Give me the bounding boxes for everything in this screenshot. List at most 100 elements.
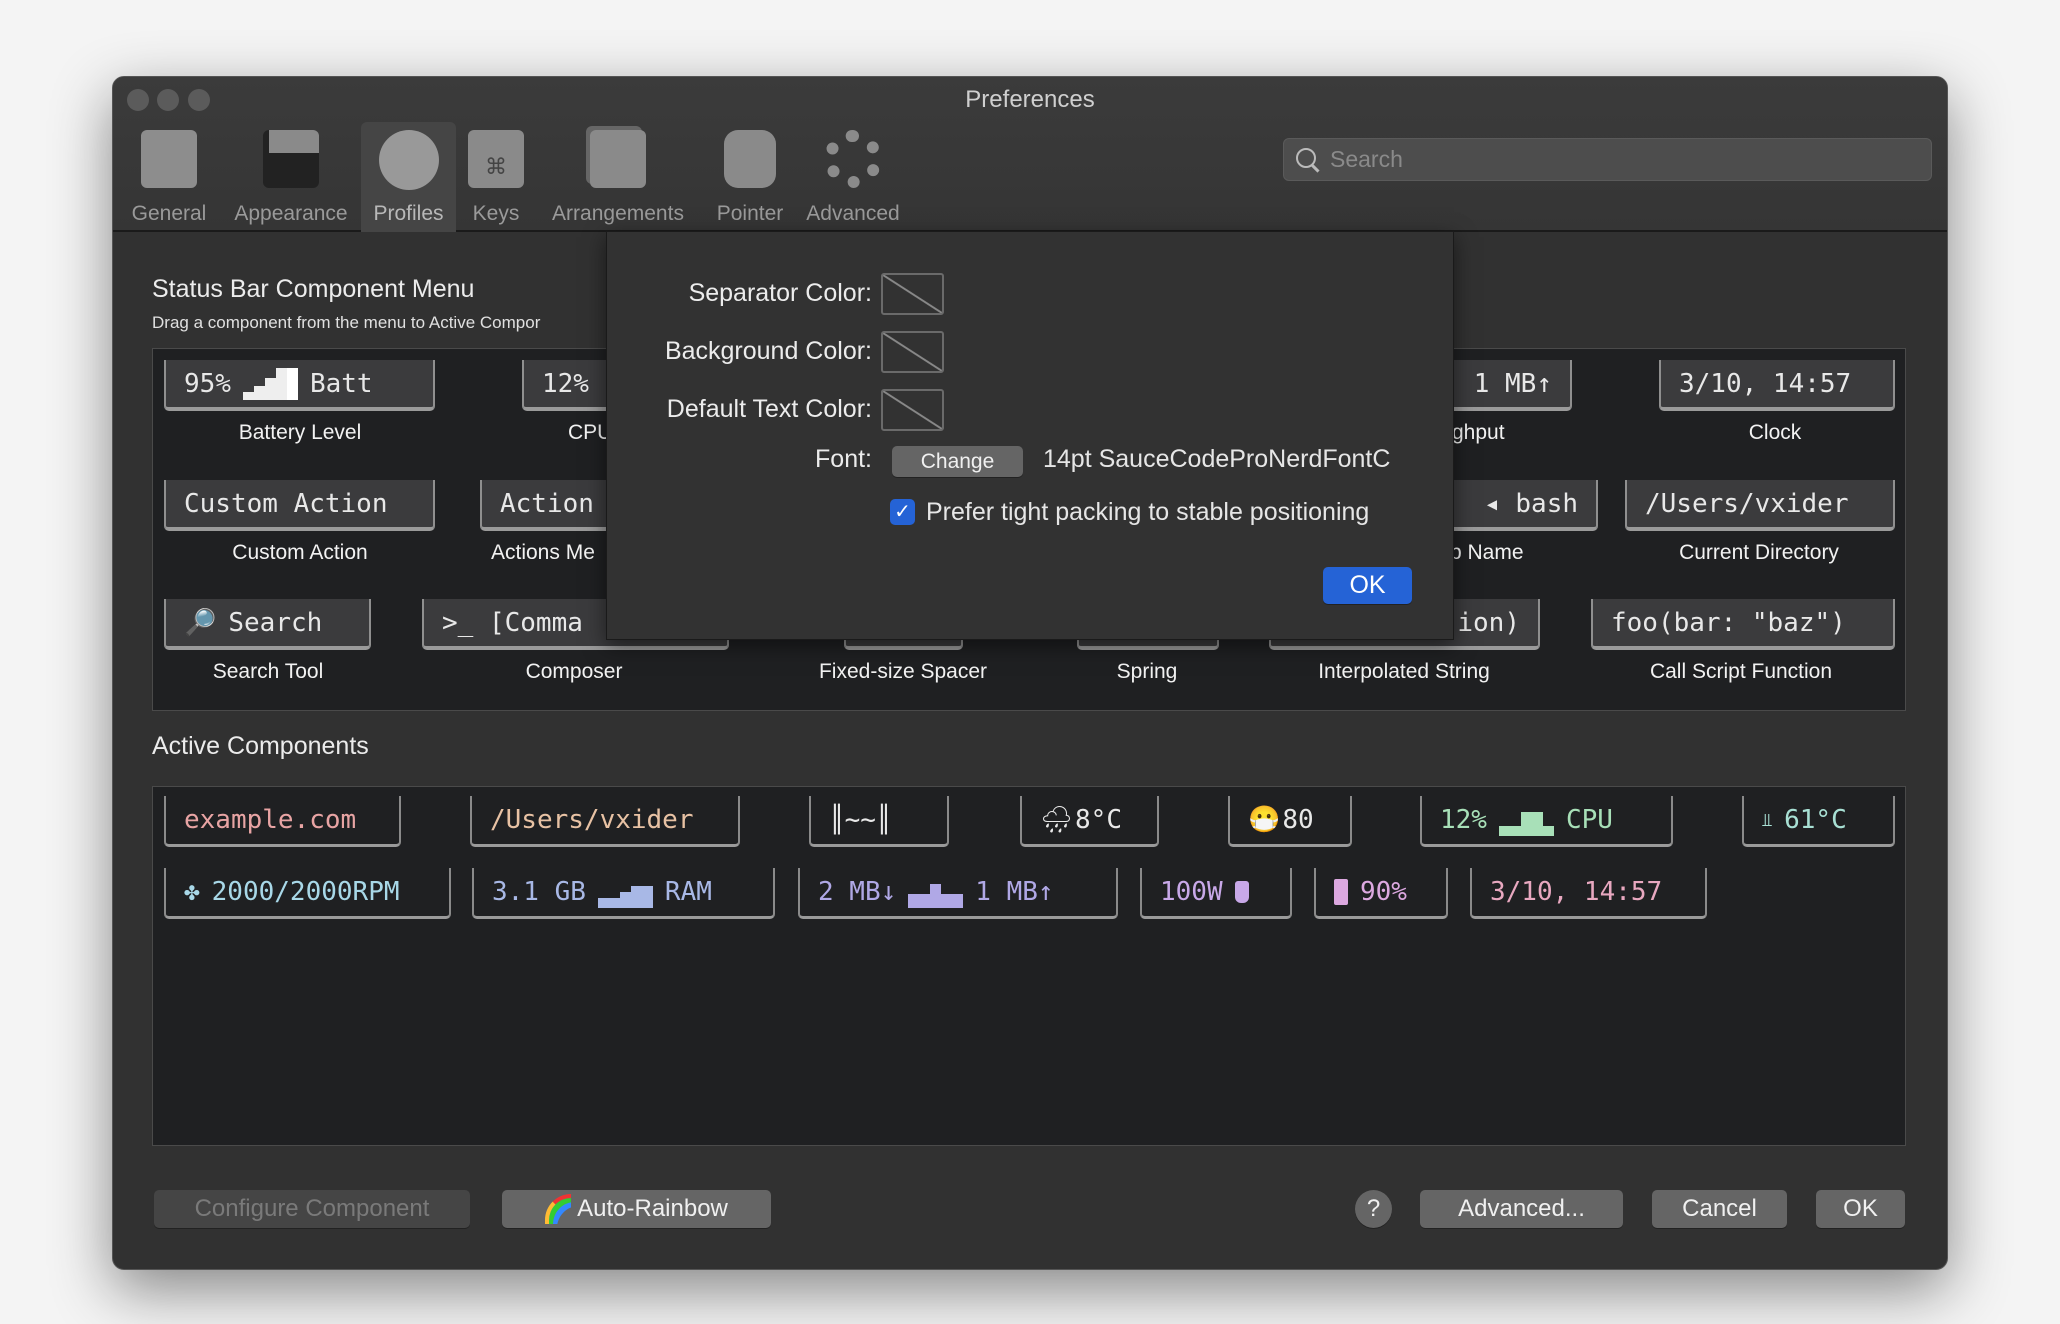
tab-advanced[interactable]: Advanced [801, 122, 905, 232]
active-components-title: Active Components [152, 732, 369, 760]
thermometer-icon: ⫫ [1762, 809, 1773, 831]
rain-cloud-icon: 🌧 [1040, 805, 1074, 835]
tab-label: Appearance [234, 202, 348, 225]
active-component-ram[interactable]: 3.1 GB RAM [472, 868, 775, 919]
cancel-button[interactable]: Cancel [1652, 1190, 1787, 1228]
component-custom-action[interactable]: Custom Action [164, 480, 435, 531]
comp-text: 3.1 GB [492, 877, 586, 907]
comp-text: 2 MB↓ [818, 877, 897, 907]
component-label: Battery Level [238, 421, 362, 444]
tight-packing-checkbox[interactable]: ✓ [890, 499, 915, 525]
fan-icon: ✤ [184, 877, 200, 907]
background-color-well[interactable] [881, 331, 944, 373]
comp-text: ║~~║ [829, 805, 892, 835]
component-current-directory[interactable]: /Users/vxider [1625, 480, 1895, 531]
comp-text: example.com [184, 805, 357, 835]
comp-text: 61°C [1784, 805, 1847, 835]
comp-text: 1 MB↑ [975, 877, 1054, 907]
comp-text: Search [228, 607, 323, 638]
component-search[interactable]: 🔎 Search [164, 599, 371, 650]
tab-appearance[interactable]: Appearance [227, 122, 355, 232]
comp-text: 8°C [1075, 805, 1122, 835]
component-label: Actions Me [491, 541, 595, 564]
comp-text: ion) [1457, 607, 1520, 638]
ram-sparkline [597, 876, 653, 908]
search-icon [1296, 148, 1316, 168]
comp-text: /Users/vxider [1645, 488, 1849, 519]
tab-label: Arrangements [552, 202, 684, 225]
font-value: 14pt SauceCodeProNerdFontC [1043, 445, 1391, 473]
comp-text: 1 MB↑ [1473, 368, 1552, 399]
advanced-button[interactable]: Advanced... [1420, 1190, 1623, 1228]
active-component-url[interactable]: example.com [164, 796, 401, 847]
component-label: Custom Action [232, 541, 368, 564]
search-input[interactable]: Search [1283, 138, 1932, 181]
text-color-well[interactable] [881, 389, 944, 431]
active-component-mood[interactable]: 😷 80 [1228, 796, 1352, 847]
cpu-sparkline [1498, 804, 1554, 836]
search-placeholder: Search [1330, 146, 1403, 172]
component-call-script[interactable]: foo(bar: "baz") [1591, 599, 1895, 650]
popover-ok-button[interactable]: OK [1323, 567, 1412, 604]
comp-text: /Users/vxider [490, 805, 694, 835]
active-component-fan[interactable]: ✤ 2000/2000RPM [164, 868, 451, 919]
comp-text: RAM [664, 877, 712, 907]
active-component-cpu[interactable]: 12% CPU [1420, 796, 1673, 847]
component-label: b Name [1450, 541, 1524, 564]
comp-text: ◂ bash [1484, 488, 1578, 519]
menu-subtitle: Drag a component from the menu to Active… [152, 313, 541, 332]
tab-label: Pointer [716, 202, 784, 225]
tab-label: Advanced [806, 202, 900, 225]
comp-text: >_ [Comma [442, 607, 583, 638]
comp-text: Custom Action [184, 488, 388, 519]
magnifier-icon: 🔎 [184, 607, 217, 638]
active-component-battery[interactable]: 90% [1314, 868, 1448, 919]
tab-label: Profiles [373, 202, 444, 225]
comp-text: 3/10, 14:57 [1490, 877, 1663, 907]
help-button[interactable]: ? [1355, 1190, 1392, 1228]
separator-color-label: Separator Color: [688, 279, 872, 307]
active-component-clock[interactable]: 3/10, 14:57 [1470, 868, 1707, 919]
component-clock[interactable]: 3/10, 14:57 [1659, 360, 1895, 411]
tab-profiles[interactable]: Profiles [361, 122, 456, 232]
comp-text: 80 [1282, 805, 1314, 835]
active-component-weather[interactable]: 🌧 8°C [1020, 796, 1159, 847]
comp-text: 90% [1360, 877, 1407, 907]
tab-arrangements[interactable]: Arrangements [543, 122, 693, 232]
comp-text: 2000/2000RPM [211, 877, 400, 907]
text-color-label: Default Text Color: [666, 395, 872, 423]
active-component-directory[interactable]: /Users/vxider [470, 796, 740, 847]
rainbow-icon [545, 1194, 572, 1224]
tab-pointer[interactable]: Pointer [705, 122, 795, 232]
separator-color-well[interactable] [881, 273, 944, 315]
component-label: ghput [1452, 421, 1505, 444]
font-label: Font: [815, 445, 872, 473]
active-component-temperature[interactable]: ⫫ 61°C [1742, 796, 1895, 847]
component-label: Fixed-size Spacer [818, 660, 988, 683]
auto-rainbow-button[interactable]: Auto-Rainbow [502, 1190, 771, 1228]
component-label: Interpolated String [1318, 660, 1490, 683]
toolbar: Preferences General Appearance Profiles … [113, 77, 1947, 232]
comp-text: 95% [184, 368, 231, 399]
plug-icon [1234, 881, 1249, 903]
tab-keys[interactable]: ⌘ Keys [463, 122, 529, 232]
component-label: Spring [1116, 660, 1178, 683]
window-title: Preferences [965, 86, 1095, 113]
component-label: Current Directory [1679, 541, 1839, 564]
comp-text: 12% [1440, 805, 1487, 835]
active-component-power[interactable]: 100W [1140, 868, 1292, 919]
comp-text: CPU [1565, 805, 1613, 835]
active-component-network[interactable]: 2 MB↓ 1 MB↑ [798, 868, 1118, 919]
ok-button[interactable]: OK [1816, 1190, 1905, 1228]
comp-text: foo(bar: "baz") [1611, 607, 1846, 638]
change-font-button[interactable]: Change [892, 446, 1023, 477]
menu-title: Status Bar Component Menu [152, 275, 475, 303]
comp-text: 12% [542, 368, 589, 399]
component-label: Composer [525, 660, 623, 683]
configure-component-button[interactable]: Configure Component [154, 1190, 470, 1228]
tab-general[interactable]: General [119, 122, 219, 232]
component-battery[interactable]: 95% Batt [164, 360, 435, 411]
battery-sparkline [242, 367, 298, 400]
tab-label: General [131, 202, 207, 225]
active-component-spacer[interactable]: ║~~║ [809, 796, 949, 847]
